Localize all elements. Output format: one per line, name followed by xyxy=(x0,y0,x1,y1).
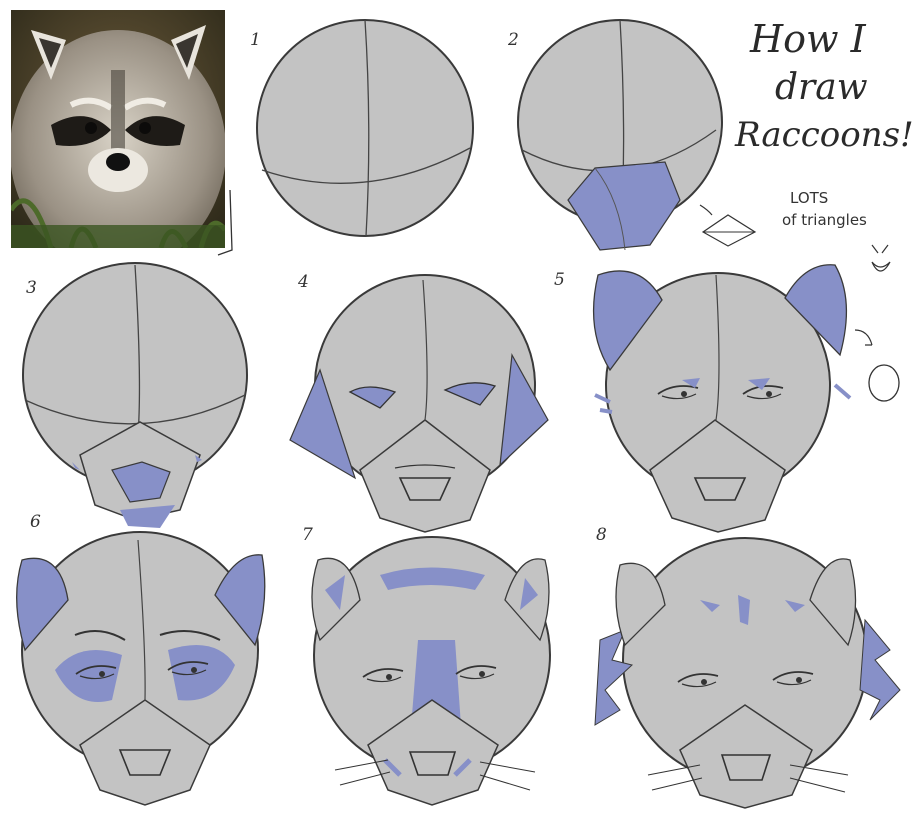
subtitle-line-1: LOTS xyxy=(790,189,829,207)
subtitle-line-2: of triangles xyxy=(782,211,867,229)
step-number-2: 2 xyxy=(508,30,519,50)
step-number-3: 3 xyxy=(26,278,37,298)
step-number-6: 6 xyxy=(30,512,41,532)
step-number-4: 4 xyxy=(298,272,309,292)
step-number-7: 7 xyxy=(302,525,313,545)
step-number-8: 8 xyxy=(596,525,607,545)
step-7-drawing xyxy=(311,536,551,806)
step-number-5: 5 xyxy=(554,270,565,290)
step-3-drawing xyxy=(22,262,248,528)
step-6-drawing xyxy=(16,531,266,806)
tutorial-sheet: 1 2 3 4 5 6 7 8 How I draw Raccoons! LOT… xyxy=(0,0,916,827)
step-8-drawing xyxy=(594,537,901,809)
step-5-drawing xyxy=(592,244,900,533)
step-2-drawing xyxy=(517,19,757,251)
title-line-1: How I xyxy=(750,17,866,61)
step-4-drawing xyxy=(289,274,549,533)
title-line-3: Raccoons! xyxy=(735,115,914,155)
title-line-2: draw xyxy=(775,67,868,108)
step-number-1: 1 xyxy=(250,30,261,50)
step-1-drawing xyxy=(256,19,474,237)
